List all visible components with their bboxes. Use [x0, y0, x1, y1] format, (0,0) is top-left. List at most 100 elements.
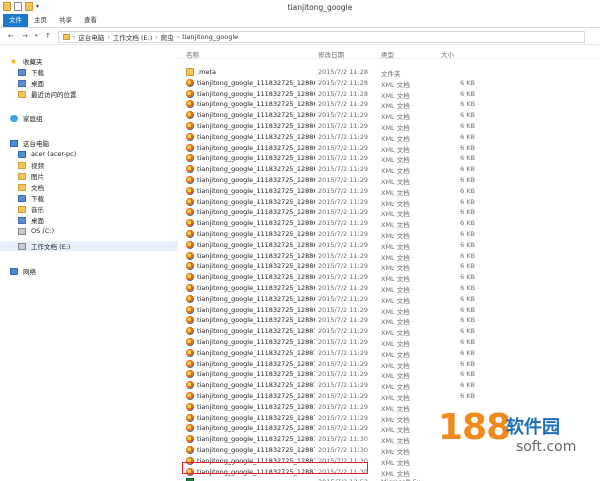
- file-row[interactable]: tianjitong_google_111832725_128866... 201…: [178, 152, 600, 164]
- sidebar-item[interactable]: 音乐: [0, 204, 178, 214]
- tab-file[interactable]: 文件: [3, 14, 28, 27]
- column-header-date[interactable]: 修改日期: [318, 49, 344, 59]
- sidebar-item-label: 文档: [31, 184, 44, 192]
- sidebar-item-label: 家庭组: [23, 115, 43, 123]
- sidebar-item[interactable]: 这台电脑: [0, 138, 178, 148]
- file-row[interactable]: tianjitong_google_111832725_128865... 201…: [178, 98, 600, 110]
- file-size: 6 KB: [460, 208, 475, 217]
- back-icon[interactable]: ←: [8, 32, 14, 41]
- file-date: 2015/7/2 11:29: [318, 100, 368, 109]
- file-date: 2015/7/2 11:29: [318, 111, 368, 120]
- breadcrumb-drive-e[interactable]: 工作文档 (E:): [113, 32, 152, 42]
- file-row[interactable]: tianjitong_google_111832725_128866... 201…: [178, 120, 600, 132]
- file-row[interactable]: tianjitong_google_111832725_128869... 201…: [178, 314, 600, 326]
- file-row[interactable]: tianjitong_google_111832725_128868... 201…: [178, 260, 600, 272]
- sidebar-item[interactable]: 家庭组: [0, 113, 178, 123]
- file-date: 2015/7/2 11:29: [318, 338, 368, 346]
- file-row[interactable]: tianjitong_google_111832725_128866... 201…: [178, 109, 600, 121]
- firefox-xml-icon: [186, 402, 194, 411]
- sidebar-item[interactable]: ★ 收藏夹: [0, 56, 178, 67]
- sidebar-item[interactable]: 工作文档 (E:): [0, 241, 178, 251]
- file-row[interactable]: tianjitong_google_111832725_128870... 201…: [178, 358, 600, 370]
- file-size: 6 KB: [460, 273, 475, 282]
- recent-dropdown-icon[interactable]: ▾: [35, 32, 38, 41]
- file-row[interactable]: tianjitong_google_111832725_128869... 201…: [178, 271, 600, 283]
- tab-home[interactable]: 主页: [28, 14, 53, 27]
- file-row[interactable]: tianjitong_google_111832725_128871... 201…: [178, 379, 600, 391]
- sidebar-item[interactable]: OS (C:): [0, 226, 178, 236]
- column-header-name[interactable]: 名称: [186, 49, 199, 59]
- file-size: 6 KB: [460, 143, 475, 152]
- sidebar-item-label: 工作文档 (E:): [31, 243, 71, 251]
- sidebar-item[interactable]: 最近访问的位置: [0, 89, 178, 99]
- sidebar-item-label: acer (acer-pc): [31, 150, 77, 158]
- recent-places-icon: [18, 90, 26, 98]
- up-icon[interactable]: ↑: [45, 32, 51, 41]
- file-row[interactable]: tianjitong_google_111832725_128870... 201…: [178, 336, 600, 348]
- file-row[interactable]: .meta 2015/7/2 11:28 文件夹: [178, 66, 600, 78]
- file-date: 2015/7/2 11:29: [318, 219, 368, 228]
- file-date: 2015/7/2 11:28: [318, 89, 368, 98]
- file-row[interactable]: tianjitong_google_111832725_128868... 201…: [178, 250, 600, 262]
- file-name: tianjitong_google_111832725_128868...: [197, 240, 315, 249]
- desktop-folder-icon: [18, 216, 26, 224]
- file-row[interactable]: tianjitong_google_111832725_128867... 201…: [178, 163, 600, 175]
- sidebar-item[interactable]: 桌面: [0, 215, 178, 225]
- documents-folder-icon: [18, 183, 26, 191]
- sidebar-item[interactable]: 下载: [0, 193, 178, 203]
- sidebar-item[interactable]: acer (acer-pc): [0, 149, 178, 159]
- file-row[interactable]: tianjitong_google_111832725_128865... 201…: [178, 77, 600, 89]
- file-name: tianjitong_google_111832725_128869...: [197, 294, 315, 303]
- sidebar-item[interactable]: 桌面: [0, 78, 178, 88]
- firefox-xml-icon: [186, 154, 194, 163]
- breadcrumb-this-pc[interactable]: 这台电脑: [78, 32, 104, 42]
- file-row[interactable]: tianjitong_google_111832725_128869... 201…: [178, 282, 600, 294]
- sidebar-item[interactable]: 图片: [0, 171, 178, 181]
- breadcrumb-current-folder[interactable]: tianjitong_google: [182, 33, 238, 41]
- firefox-xml-icon: [186, 78, 194, 87]
- file-row[interactable]: tianjitong_google_111832725_128871... 201…: [178, 390, 600, 402]
- file-row[interactable]: tianjitong_google_111832725_128870... 201…: [178, 368, 600, 380]
- sidebar-item[interactable]: 视频: [0, 160, 178, 170]
- file-row[interactable]: tianjitong_google_111832725_128866... 201…: [178, 142, 600, 154]
- file-row[interactable]: tianjitong_google_111832725_128868... 201…: [178, 217, 600, 229]
- column-header-size[interactable]: 大小: [441, 49, 454, 59]
- file-name: tianjitong_google_111832725_128869...: [197, 273, 315, 282]
- column-header-type[interactable]: 类型: [381, 49, 394, 59]
- file-row[interactable]: tianjitong_google_111832725_128869... 201…: [178, 293, 600, 305]
- file-row[interactable]: tianjitong_google_111832725_128867... 201…: [178, 185, 600, 197]
- watermark-logo: 188 软件园 soft.com: [420, 401, 600, 481]
- sidebar-item[interactable]: 下载: [0, 67, 178, 77]
- firefox-xml-icon: [186, 392, 194, 400]
- drive-icon: [18, 227, 26, 235]
- file-date: 2015/7/2 11:29: [318, 197, 368, 206]
- file-row[interactable]: tianjitong_google_111832725_128867... 201…: [178, 196, 600, 208]
- file-name: tianjitong_google_111832725_128868...: [197, 219, 315, 228]
- tab-view[interactable]: 查看: [78, 14, 103, 27]
- firefox-xml-icon: [186, 294, 194, 303]
- download-folder-icon: [18, 194, 26, 202]
- file-date: 2015/7/2 11:29: [318, 154, 368, 163]
- file-date: 2015/7/2 11:29: [318, 381, 368, 390]
- firefox-xml-icon: [186, 219, 194, 228]
- file-row[interactable]: tianjitong_google_111832725_128867... 201…: [178, 174, 600, 186]
- forward-icon[interactable]: →: [22, 32, 28, 41]
- file-row[interactable]: tianjitong_google_111832725_128868... 201…: [178, 239, 600, 251]
- breadcrumb-crawler[interactable]: 爬虫: [161, 32, 174, 42]
- file-row[interactable]: tianjitong_google_111832725_128870... 201…: [178, 325, 600, 337]
- sidebar-item-label: 图片: [31, 173, 44, 181]
- file-row[interactable]: tianjitong_google_111832725_128867... 201…: [178, 206, 600, 218]
- file-row[interactable]: tianjitong_google_111832725_128869... 201…: [178, 304, 600, 316]
- sidebar-item[interactable]: 文档: [0, 182, 178, 192]
- file-row[interactable]: tianjitong_google_111832725_128865... 201…: [178, 88, 600, 100]
- file-row[interactable]: tianjitong_google_111832725_128868... 201…: [178, 228, 600, 240]
- file-row[interactable]: tianjitong_google_111832725_128870... 201…: [178, 347, 600, 359]
- file-size: 6 KB: [460, 132, 475, 141]
- sidebar-item[interactable]: 网络: [0, 266, 178, 276]
- file-row[interactable]: tianjitong_google_111832725_128866... 201…: [178, 131, 600, 143]
- file-size: 6 KB: [460, 240, 475, 249]
- tab-share[interactable]: 共享: [53, 14, 78, 27]
- address-bar[interactable]: › 这台电脑 › 工作文档 (E:) › 爬虫 › tianjitong_goo…: [58, 31, 585, 43]
- desktop-folder-icon: [18, 79, 26, 87]
- sidebar-item-label: 下载: [31, 195, 44, 203]
